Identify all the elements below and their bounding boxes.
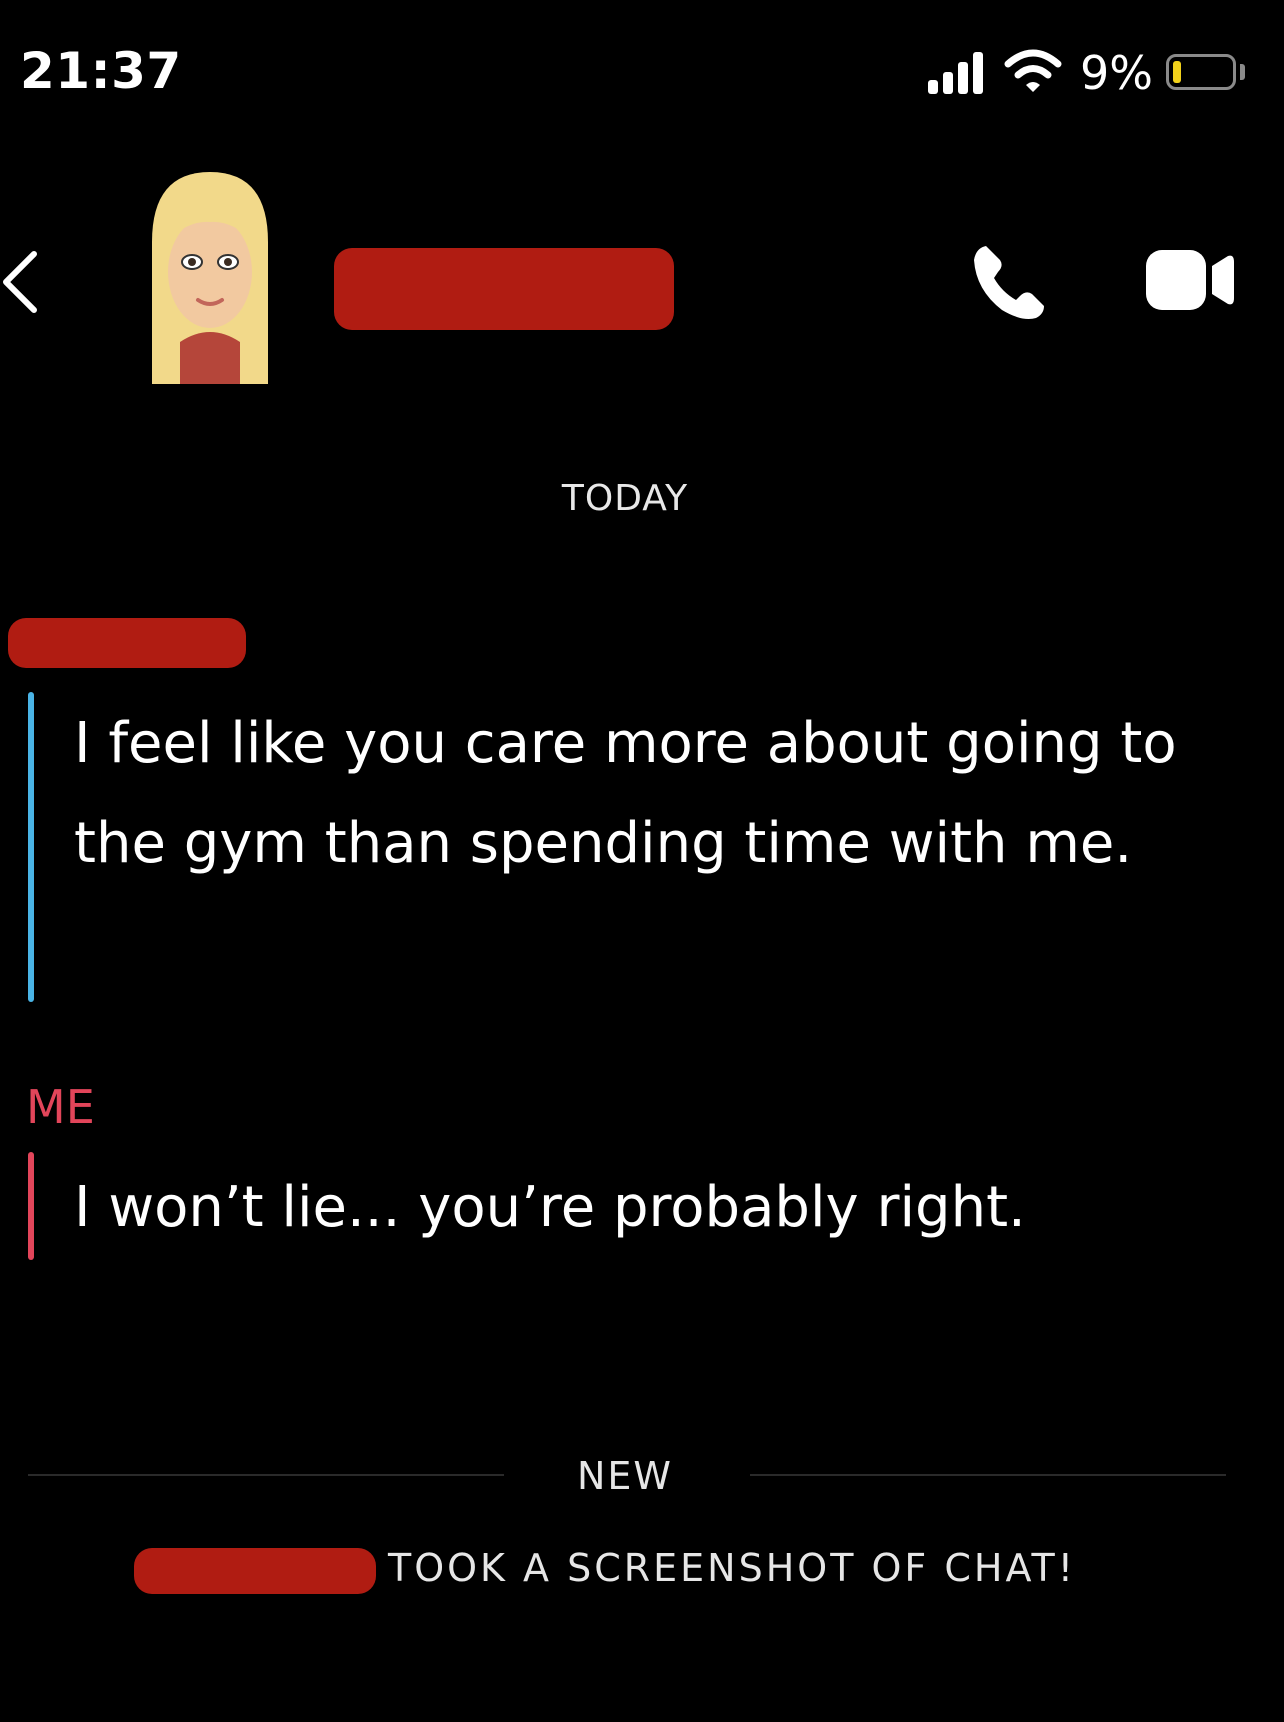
phone-icon[interactable]: [968, 240, 1052, 324]
contact-name-redaction[interactable]: [334, 248, 674, 330]
message-text: I won’t lie... you’re probably right.: [74, 1175, 1026, 1240]
message-accent-bar: [28, 692, 34, 1002]
divider-right: [750, 1474, 1226, 1476]
screenshot-user-redaction: [134, 1548, 376, 1594]
battery-icon: [1166, 54, 1236, 90]
status-time: 21:37: [20, 42, 182, 100]
cellular-signal-icon: [928, 52, 988, 94]
back-chevron-icon[interactable]: [0, 250, 40, 314]
message-text: I feel like you care more about going to…: [74, 711, 1177, 876]
sender-label-me: ME: [26, 1080, 95, 1134]
wifi-icon: [1004, 49, 1062, 92]
battery-level-fill: [1173, 61, 1181, 83]
sender-name-redaction: [8, 618, 246, 668]
date-separator: TODAY: [561, 478, 689, 519]
new-separator: NEW: [576, 1454, 673, 1498]
battery-terminal: [1240, 64, 1245, 80]
battery-percentage: 9%: [1080, 46, 1153, 100]
contact-avatar[interactable]: [132, 172, 288, 384]
message-accent-bar: [28, 1152, 34, 1260]
screenshot-notification: TOOK A SCREENSHOT OF CHAT!: [388, 1546, 1076, 1590]
video-camera-icon[interactable]: [1146, 250, 1234, 310]
